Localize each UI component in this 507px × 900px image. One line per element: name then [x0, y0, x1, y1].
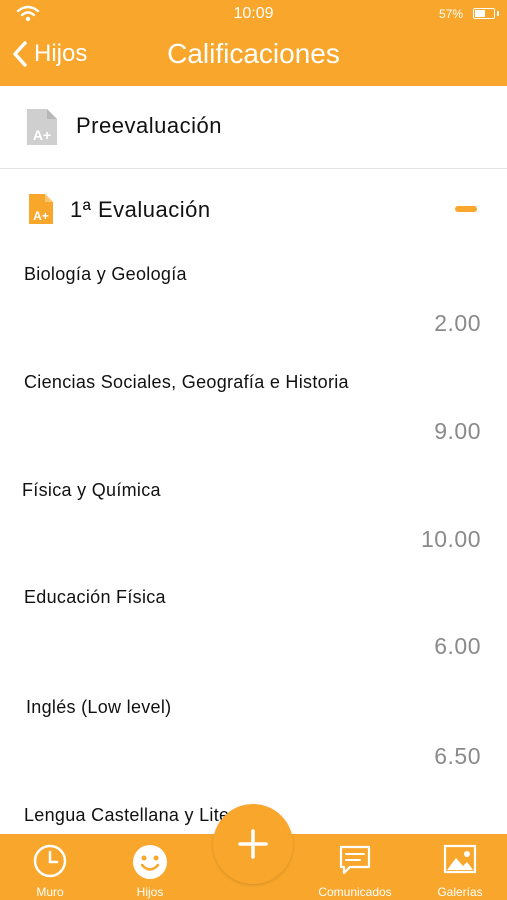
collapse-minus-icon[interactable] [455, 206, 477, 212]
tab-comunicados[interactable]: Comunicados [310, 834, 400, 900]
tab-muro[interactable]: Muro [18, 834, 82, 900]
section-preevaluacion[interactable]: A+ Preevaluación [0, 86, 507, 169]
tab-label: Comunicados [318, 885, 392, 899]
section-1-evaluacion[interactable]: A+ 1ª Evaluación [0, 182, 507, 238]
status-time: 10:09 [233, 5, 274, 22]
subject-row: Biología y Geología 2.00 [0, 264, 507, 372]
svg-text:A+: A+ [33, 127, 51, 143]
section-label: 1ª Evaluación [70, 197, 211, 222]
back-label: Hijos [34, 40, 88, 67]
grade-document-icon: A+ [27, 109, 57, 145]
tab-label: Hijos [136, 885, 164, 899]
subject-grade: 6.00 [434, 633, 481, 659]
tab-galerias[interactable]: Galerías [422, 834, 498, 900]
app-header: 10:09 57% Hijos Calificaciones [0, 0, 507, 86]
battery-nub [497, 11, 499, 16]
add-button[interactable] [213, 804, 293, 884]
tab-label: Muro [36, 885, 64, 899]
clock-icon [33, 844, 67, 878]
tab-label: Galerías [437, 885, 483, 899]
svg-text:A+: A+ [33, 209, 49, 223]
smiley-icon [133, 845, 167, 879]
subject-grade: 6.50 [434, 743, 481, 769]
subject-name: Física y Química [22, 480, 161, 500]
subject-name: Educación Física [24, 587, 166, 607]
subject-grade: 2.00 [434, 310, 481, 336]
subject-name: Ciencias Sociales, Geografía e Historia [24, 372, 349, 392]
subject-row: Inglés (Low level) 6.50 [0, 697, 507, 805]
subject-grade: 9.00 [434, 418, 481, 444]
grade-document-icon: A+ [29, 194, 53, 224]
gallery-icon [443, 844, 477, 874]
battery-percentage: 57% [438, 7, 463, 21]
tab-hijos[interactable]: Hijos [118, 834, 182, 900]
chevron-left-icon [13, 41, 27, 67]
status-bar: 10:09 57% [0, 0, 507, 28]
back-button[interactable]: Hijos [12, 36, 87, 72]
plus-icon [238, 829, 268, 859]
subject-row: Educación Física 6.00 [0, 587, 507, 695]
subject-grade: 10.00 [420, 526, 481, 552]
subject-name: Biología y Geología [24, 264, 187, 284]
subject-row: Ciencias Sociales, Geografía e Historia … [0, 372, 507, 480]
subject-name: Inglés (Low level) [26, 697, 172, 717]
grades-content: A+ Preevaluación A+ 1ª Evaluación Biolog… [0, 86, 507, 834]
chat-bubble-icon [339, 845, 371, 875]
section-label: Preevaluación [76, 113, 222, 138]
battery-icon [473, 8, 495, 19]
subject-row: Física y Química 10.00 [0, 480, 507, 588]
